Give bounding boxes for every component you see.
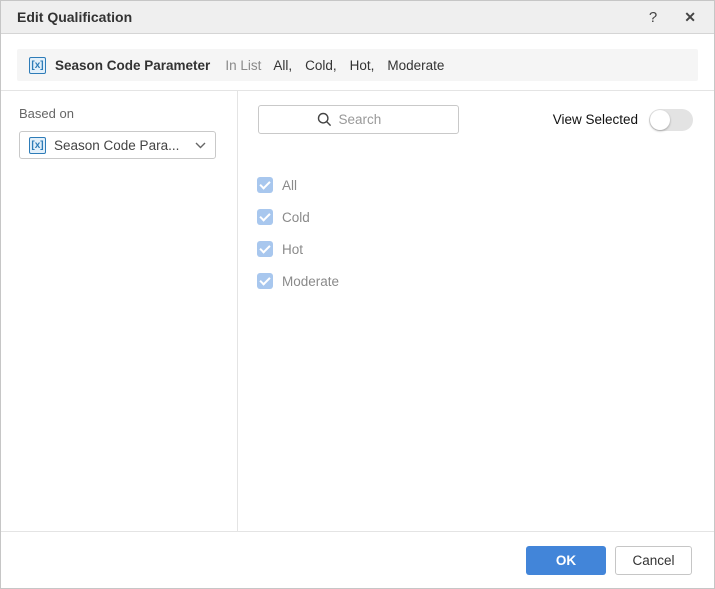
checkbox-icon[interactable] (257, 209, 273, 225)
list-item-label: Cold (282, 210, 310, 225)
list-item-label: Moderate (282, 274, 339, 289)
qualification-attribute: Season Code Parameter (55, 58, 210, 73)
qualification-summary-bar: [x] Season Code Parameter In List All, C… (17, 49, 698, 81)
close-icon[interactable]: ✕ (684, 10, 696, 24)
list-item-label: Hot (282, 242, 303, 257)
checkbox-icon[interactable] (257, 241, 273, 257)
qualification-operator: In List (225, 58, 261, 73)
list-item[interactable]: Cold (257, 201, 704, 233)
based-on-dropdown-value: Season Code Para... (54, 138, 195, 153)
dialog-footer: OK Cancel (1, 531, 714, 588)
list-item-label: All (282, 178, 297, 193)
elements-panel: View Selected All Cold Hot Moderate (239, 91, 714, 531)
search-icon (317, 112, 332, 127)
toggle-knob (650, 110, 670, 130)
qualification-value: Moderate (387, 58, 444, 73)
dialog-title: Edit Qualification (17, 9, 649, 25)
parameter-icon: [x] (29, 137, 46, 154)
list-item[interactable]: Hot (257, 233, 704, 265)
edit-qualification-dialog: Edit Qualification ? ✕ [x] Season Code P… (0, 0, 715, 589)
qualification-values: All, Cold, Hot, Moderate (273, 58, 457, 73)
based-on-label: Based on (19, 106, 74, 121)
qualification-value: Hot, (350, 58, 375, 73)
parameter-icon: [x] (29, 57, 46, 74)
list-item[interactable]: Moderate (257, 265, 704, 297)
qualification-value: All, (273, 58, 292, 73)
cancel-button[interactable]: Cancel (615, 546, 692, 575)
based-on-dropdown[interactable]: [x] Season Code Para... (19, 131, 216, 159)
view-selected-label: View Selected (553, 112, 638, 127)
search-input[interactable] (339, 112, 401, 127)
search-box[interactable] (258, 105, 459, 134)
help-icon[interactable]: ? (649, 10, 657, 25)
based-on-panel: Based on [x] Season Code Para... (1, 91, 238, 531)
view-selected-control: View Selected (553, 105, 693, 134)
checkbox-icon[interactable] (257, 177, 273, 193)
dialog-header: Edit Qualification ? ✕ (1, 1, 714, 34)
list-item[interactable]: All (257, 169, 704, 201)
checkbox-icon[interactable] (257, 273, 273, 289)
qualification-value: Cold, (305, 58, 337, 73)
chevron-down-icon (195, 142, 206, 149)
ok-button[interactable]: OK (526, 546, 606, 575)
element-list: All Cold Hot Moderate (257, 169, 704, 297)
view-selected-toggle[interactable] (649, 109, 693, 131)
